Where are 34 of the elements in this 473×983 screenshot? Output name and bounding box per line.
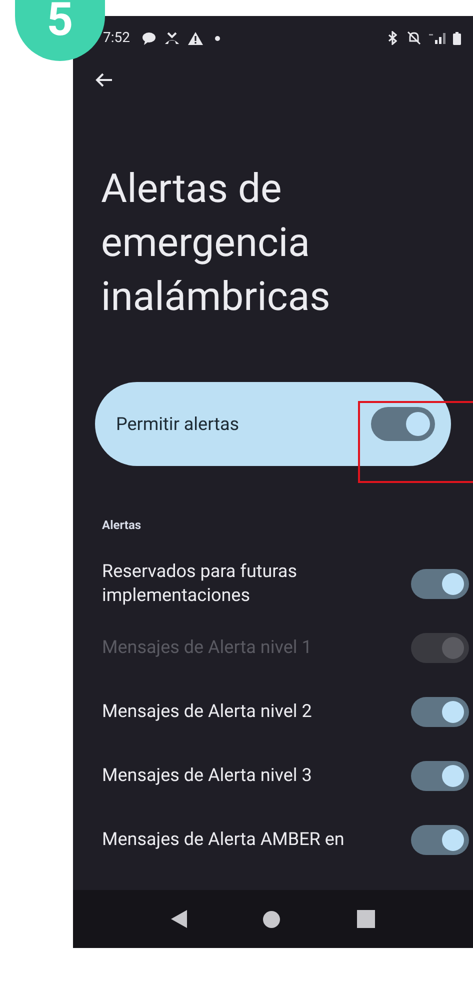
setting-label: Mensajes de Alerta nivel 3 — [102, 764, 313, 788]
switch-thumb — [442, 637, 464, 659]
switch-thumb — [442, 765, 464, 787]
recents-icon[interactable] — [356, 910, 375, 928]
switch-thumb — [442, 701, 464, 723]
back-arrow-icon[interactable] — [95, 72, 113, 88]
toggle-switch[interactable] — [371, 407, 435, 441]
status-time: 7:52 — [103, 28, 130, 48]
setting-label: Mensajes de Alerta nivel 1 — [102, 636, 313, 660]
main-switch-card[interactable]: Permitir alertas — [95, 382, 451, 466]
battery-icon — [453, 32, 461, 44]
switch-thumb — [442, 829, 464, 851]
back-icon[interactable] — [171, 910, 188, 928]
setting-label: Mensajes de Alerta AMBER en — [102, 828, 346, 852]
chat-icon — [142, 32, 156, 44]
switch-thumb — [406, 412, 430, 436]
toggle-switch[interactable] — [411, 825, 469, 855]
setting-label: Mensajes de Alerta nivel 2 — [102, 700, 313, 724]
toggle-switch[interactable] — [411, 569, 469, 599]
missed-call-icon — [164, 32, 180, 44]
switch-label: Permitir alertas — [116, 412, 240, 436]
home-icon[interactable] — [263, 910, 280, 928]
toggle-switch[interactable] — [411, 697, 469, 727]
setting-label: Reservados para futuras implementaciones — [102, 560, 298, 608]
warning-icon — [188, 32, 203, 44]
page-title: Alertas de emergencia inalámbricas — [100, 164, 332, 322]
switch-thumb — [442, 573, 464, 595]
signal-icon — [429, 32, 447, 44]
step-badge: 5 — [15, 0, 105, 61]
bluetooth-icon — [388, 31, 397, 45]
section-header: Alertas — [101, 517, 142, 534]
dot-icon — [215, 36, 220, 40]
muted-bell-icon — [407, 31, 421, 45]
toggle-switch[interactable] — [411, 761, 469, 791]
